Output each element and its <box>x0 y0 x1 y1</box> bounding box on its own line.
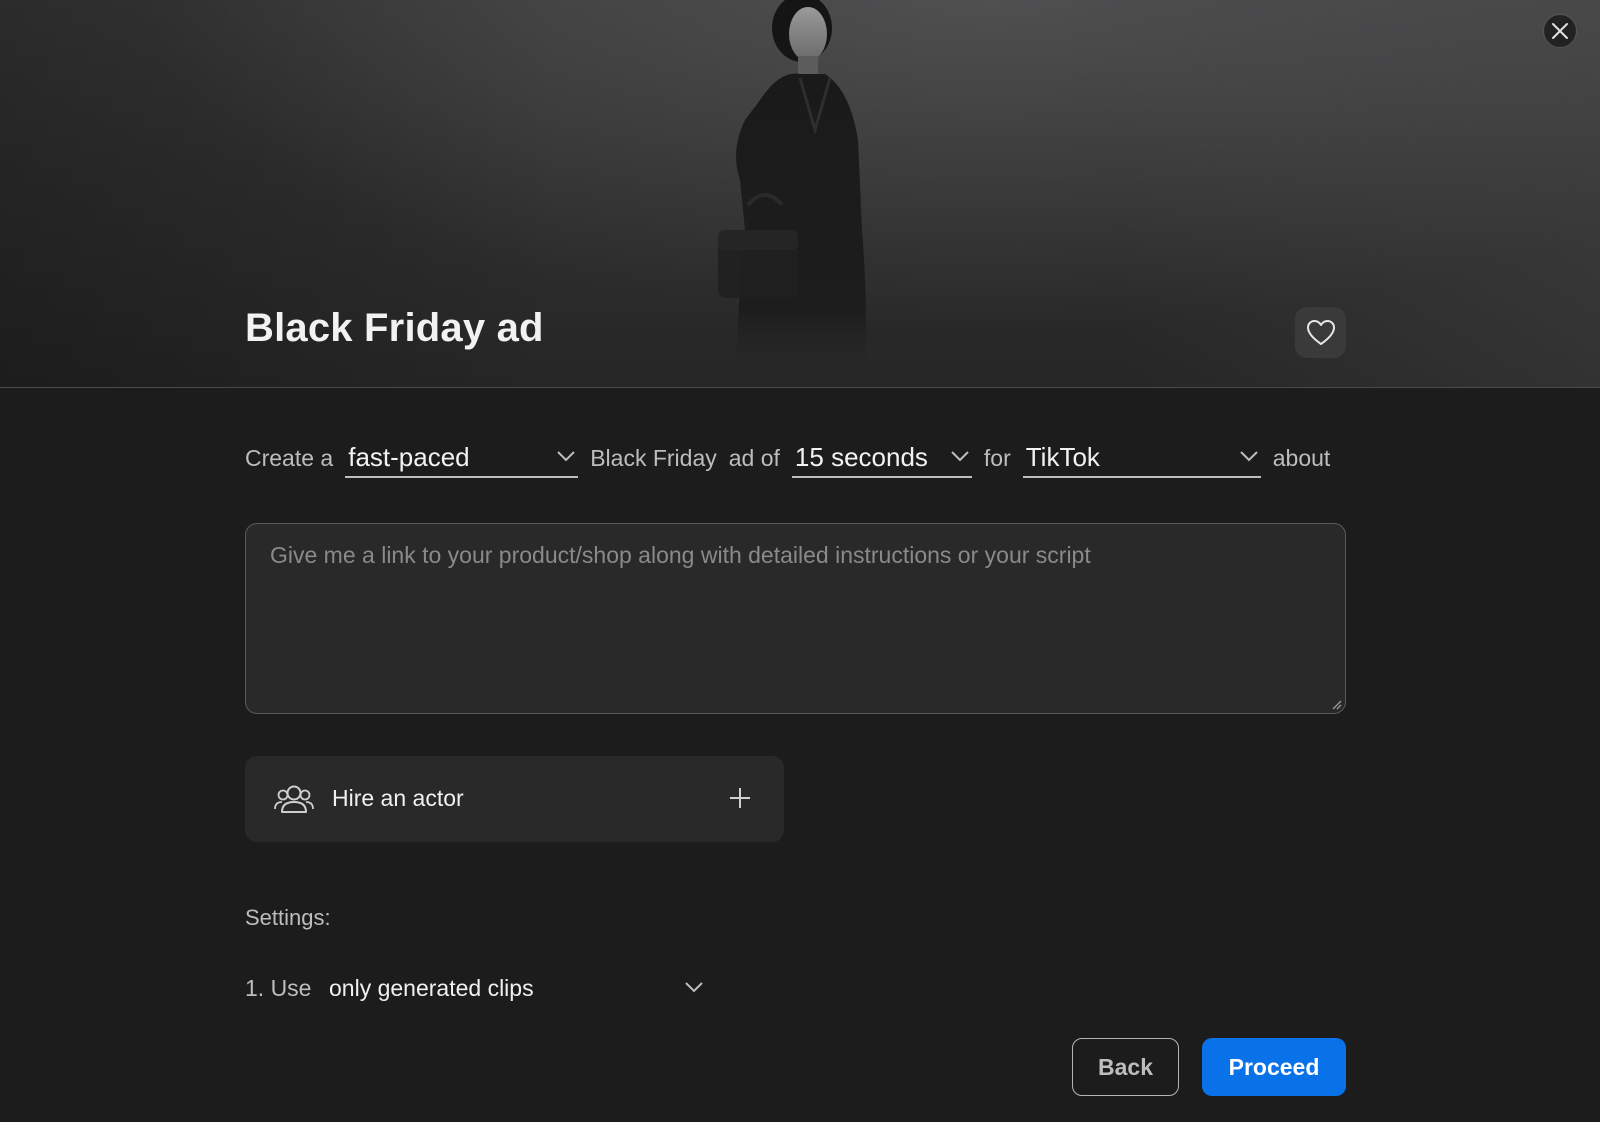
description-placeholder: Give me a link to your product/shop alon… <box>270 542 1091 568</box>
hire-actor-button[interactable]: Hire an actor <box>245 756 784 842</box>
heart-icon <box>1306 319 1335 345</box>
create-a-text: Create a <box>245 444 334 471</box>
chevron-down-icon <box>685 982 703 993</box>
for-text: for <box>983 444 1011 471</box>
settings-label: Settings: <box>245 905 331 930</box>
ad-prompt-sentence: Create a fast-paced Black Friday ad of 1… <box>245 438 1330 478</box>
hero-banner: Black Friday ad <box>0 0 1600 388</box>
duration-value: 15 seconds <box>794 441 928 472</box>
page-title: Black Friday ad <box>245 306 544 350</box>
setting-number: 1. Use <box>245 974 312 1001</box>
hire-actor-label: Hire an actor <box>332 785 464 811</box>
pace-value: fast-paced <box>348 441 470 472</box>
clip-source-dropdown[interactable]: only generated clips <box>329 973 703 1003</box>
hero-model-image <box>718 0 866 387</box>
resize-handle-icon[interactable] <box>1330 698 1342 710</box>
ad-of-text: ad of <box>728 444 780 471</box>
favorite-button[interactable] <box>1295 307 1346 358</box>
pace-dropdown[interactable]: fast-paced <box>345 438 579 478</box>
setting-row-clips: 1. Use only generated clips <box>245 973 703 1003</box>
topic-text: Black Friday <box>590 444 717 471</box>
platform-dropdown[interactable]: TikTok <box>1022 438 1261 478</box>
about-text: about <box>1272 444 1331 471</box>
chevron-down-icon <box>1240 451 1258 462</box>
clip-source-value: only generated clips <box>329 974 534 1001</box>
chevron-down-icon <box>951 451 969 462</box>
close-button[interactable] <box>1543 14 1577 48</box>
people-icon <box>274 785 314 813</box>
duration-dropdown[interactable]: 15 seconds <box>791 438 972 478</box>
chevron-down-icon <box>557 451 575 462</box>
description-input[interactable]: Give me a link to your product/shop alon… <box>245 523 1346 714</box>
platform-value: TikTok <box>1025 441 1100 472</box>
back-button[interactable]: Back <box>1072 1038 1179 1096</box>
close-icon <box>1552 23 1568 39</box>
proceed-button[interactable]: Proceed <box>1202 1038 1346 1096</box>
plus-icon <box>730 788 750 808</box>
